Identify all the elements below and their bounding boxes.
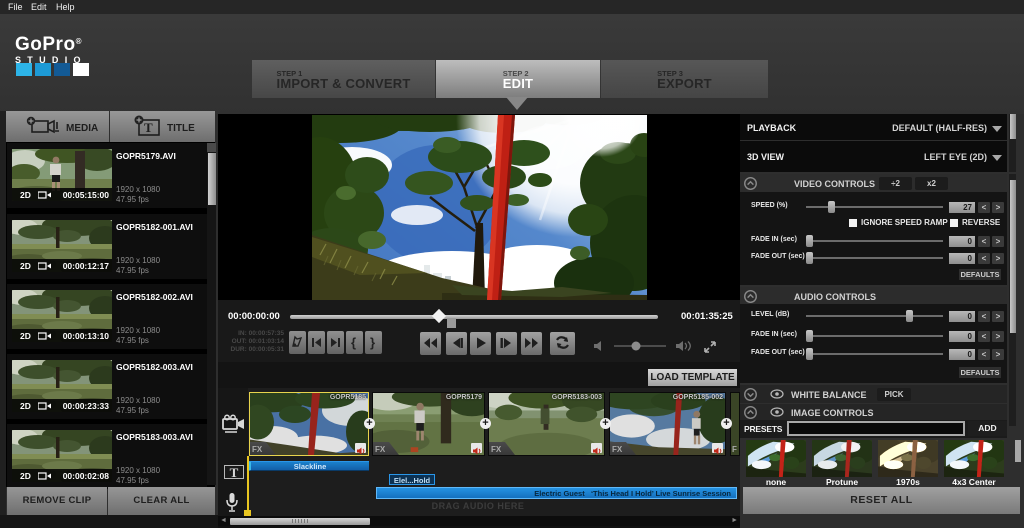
svg-text:TITLE: TITLE (167, 123, 195, 134)
svg-text:T: T (144, 120, 153, 135)
svg-text:{: { (351, 335, 356, 350)
svg-text:MEDIA: MEDIA (66, 123, 98, 134)
svg-text:}: } (370, 335, 375, 350)
